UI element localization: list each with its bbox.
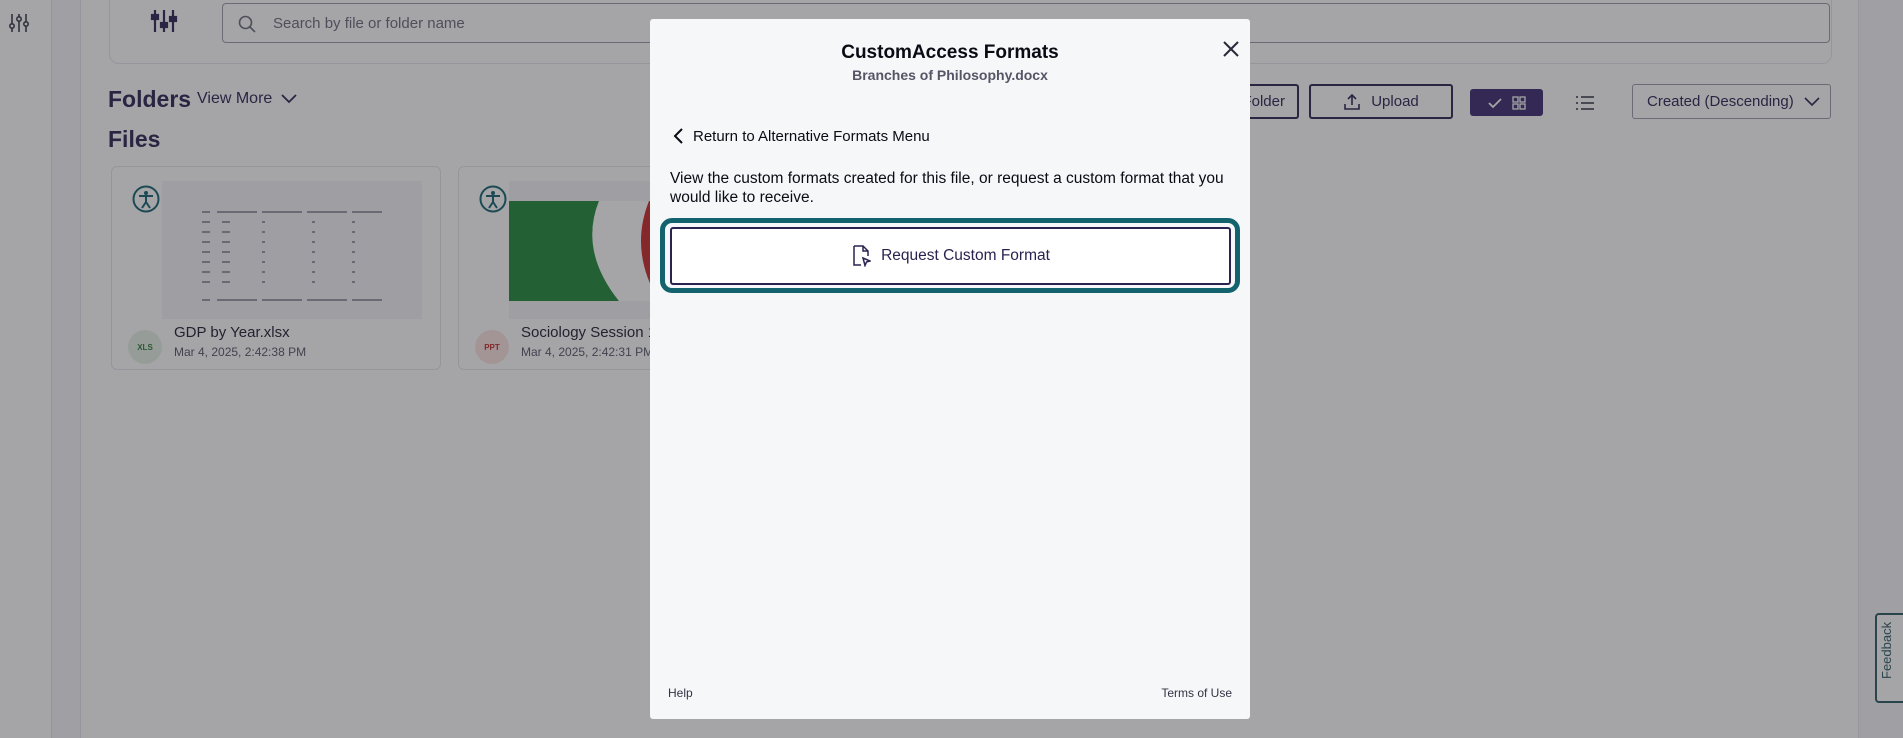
close-icon xyxy=(1223,41,1239,57)
help-link[interactable]: Help xyxy=(668,686,693,700)
custom-formats-dialog: CustomAccess Formats Branches of Philoso… xyxy=(650,19,1250,719)
back-link-label: Return to Alternative Formats Menu xyxy=(693,127,930,145)
close-button[interactable] xyxy=(1217,35,1245,63)
file-request-icon xyxy=(853,245,872,267)
terms-of-use-link[interactable]: Terms of Use xyxy=(1161,686,1232,700)
back-to-formats-link[interactable]: Return to Alternative Formats Menu xyxy=(672,127,930,145)
dialog-title: CustomAccess Formats xyxy=(841,42,1059,63)
request-button-label: Request Custom Format xyxy=(881,247,1050,264)
dialog-subtitle: Branches of Philosophy.docx xyxy=(852,67,1048,83)
dialog-description: View the custom formats created for this… xyxy=(670,170,1224,206)
chevron-left-icon xyxy=(673,128,683,144)
request-custom-format-button[interactable]: Request Custom Format xyxy=(670,227,1231,285)
